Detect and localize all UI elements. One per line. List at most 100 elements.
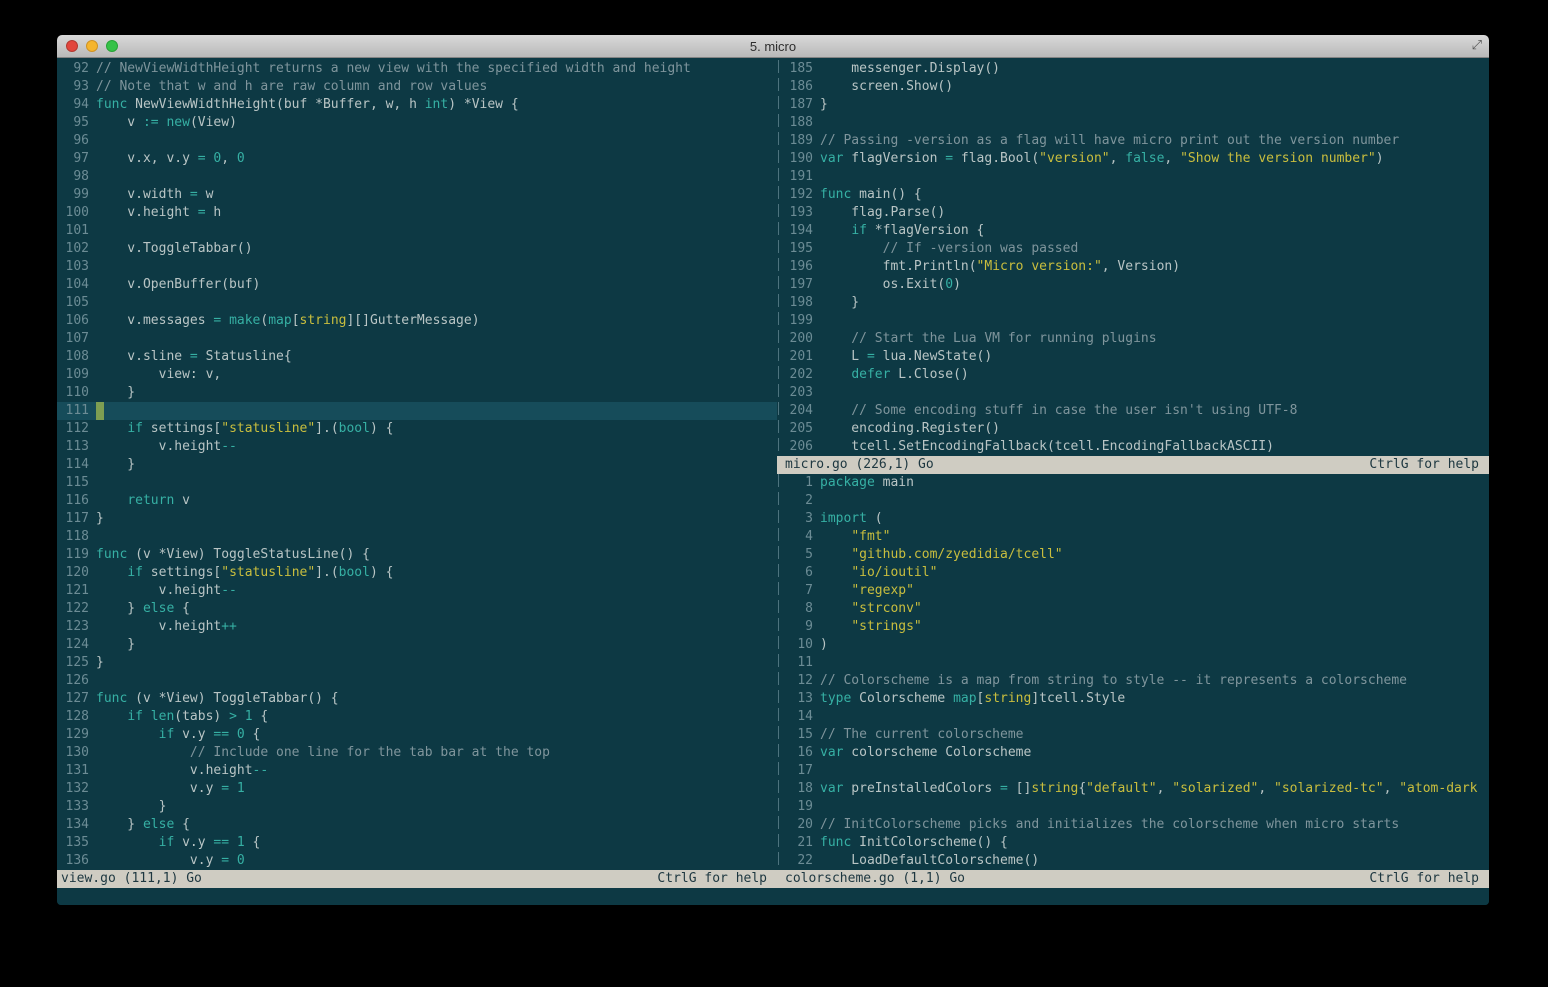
code-line-205[interactable]: 205 encoding.Register() bbox=[785, 420, 1489, 438]
code-line-121[interactable]: 121 v.height-- bbox=[61, 582, 777, 600]
code-line-116[interactable]: 116 return v bbox=[61, 492, 777, 510]
code-line-95[interactable]: 95 v := new(View) bbox=[61, 114, 777, 132]
code-line-188[interactable]: 188 bbox=[785, 114, 1489, 132]
code-token: "atom-dark bbox=[1399, 781, 1477, 796]
code-line-136[interactable]: 136 v.y = 0 bbox=[61, 852, 777, 870]
code-line-132[interactable]: 132 v.y = 1 bbox=[61, 780, 777, 798]
minimize-button[interactable] bbox=[86, 40, 98, 52]
pane-micro-go[interactable]: 185 messenger.Display()186 screen.Show()… bbox=[777, 60, 1489, 456]
code-line-21[interactable]: 21func InitColorscheme() { bbox=[785, 834, 1489, 852]
code-line-105[interactable]: 105 bbox=[61, 294, 777, 312]
code-line-6[interactable]: 6 "io/ioutil" bbox=[785, 564, 1489, 582]
code-line-199[interactable]: 199 bbox=[785, 312, 1489, 330]
code-line-200[interactable]: 200 // Start the Lua VM for running plug… bbox=[785, 330, 1489, 348]
code-line-93[interactable]: 93// Note that w and h are raw column an… bbox=[61, 78, 777, 96]
code-line-115[interactable]: 115 bbox=[61, 474, 777, 492]
zoom-button[interactable] bbox=[106, 40, 118, 52]
code-line-12[interactable]: 12// Colorscheme is a map from string to… bbox=[785, 672, 1489, 690]
code-line-130[interactable]: 130 // Include one line for the tab bar … bbox=[61, 744, 777, 762]
code-line-204[interactable]: 204 // Some encoding stuff in case the u… bbox=[785, 402, 1489, 420]
code-line-110[interactable]: 110 } bbox=[61, 384, 777, 402]
code-line-13[interactable]: 13type Colorscheme map[string]tcell.Styl… bbox=[785, 690, 1489, 708]
code-line-194[interactable]: 194 if *flagVersion { bbox=[785, 222, 1489, 240]
code-line-11[interactable]: 11 bbox=[785, 654, 1489, 672]
code-line-186[interactable]: 186 screen.Show() bbox=[785, 78, 1489, 96]
code-line-108[interactable]: 108 v.sline = Statusline{ bbox=[61, 348, 777, 366]
pane-view-go[interactable]: 92// NewViewWidthHeight returns a new vi… bbox=[57, 60, 777, 870]
code-line-203[interactable]: 203 bbox=[785, 384, 1489, 402]
code-line-96[interactable]: 96 bbox=[61, 132, 777, 150]
code-line-114[interactable]: 114 } bbox=[61, 456, 777, 474]
code-line-195[interactable]: 195 // If -version was passed bbox=[785, 240, 1489, 258]
code-line-111[interactable]: 111 bbox=[57, 402, 777, 420]
code-line-16[interactable]: 16var colorscheme Colorscheme bbox=[785, 744, 1489, 762]
code-line-20[interactable]: 20// InitColorscheme picks and initializ… bbox=[785, 816, 1489, 834]
code-line-197[interactable]: 197 os.Exit(0) bbox=[785, 276, 1489, 294]
code-line-190[interactable]: 190var flagVersion = flag.Bool("version"… bbox=[785, 150, 1489, 168]
code-line-196[interactable]: 196 fmt.Println("Micro version:", Versio… bbox=[785, 258, 1489, 276]
code-line-10[interactable]: 10) bbox=[785, 636, 1489, 654]
code-line-135[interactable]: 135 if v.y == 1 { bbox=[61, 834, 777, 852]
code-line-120[interactable]: 120 if settings["statusline"].(bool) { bbox=[61, 564, 777, 582]
code-line-202[interactable]: 202 defer L.Close() bbox=[785, 366, 1489, 384]
code-line-103[interactable]: 103 bbox=[61, 258, 777, 276]
code-line-206[interactable]: 206 tcell.SetEncodingFallback(tcell.Enco… bbox=[785, 438, 1489, 456]
code-line-22[interactable]: 22 LoadDefaultColorscheme() bbox=[785, 852, 1489, 870]
code-line-4[interactable]: 4 "fmt" bbox=[785, 528, 1489, 546]
code-line-192[interactable]: 192func main() { bbox=[785, 186, 1489, 204]
code-line-133[interactable]: 133 } bbox=[61, 798, 777, 816]
code-line-118[interactable]: 118 bbox=[61, 528, 777, 546]
code-line-18[interactable]: 18var preInstalledColors = []string{"def… bbox=[785, 780, 1489, 798]
code-line-201[interactable]: 201 L = lua.NewState() bbox=[785, 348, 1489, 366]
code-line-185[interactable]: 185 messenger.Display() bbox=[785, 60, 1489, 78]
code-line-123[interactable]: 123 v.height++ bbox=[61, 618, 777, 636]
code-line-127[interactable]: 127func (v *View) ToggleTabbar() { bbox=[61, 690, 777, 708]
code-line-104[interactable]: 104 v.OpenBuffer(buf) bbox=[61, 276, 777, 294]
code-line-189[interactable]: 189// Passing -version as a flag will ha… bbox=[785, 132, 1489, 150]
code-line-5[interactable]: 5 "github.com/zyedidia/tcell" bbox=[785, 546, 1489, 564]
code-line-125[interactable]: 125} bbox=[61, 654, 777, 672]
code-line-119[interactable]: 119func (v *View) ToggleStatusLine() { bbox=[61, 546, 777, 564]
code-line-14[interactable]: 14 bbox=[785, 708, 1489, 726]
code-line-101[interactable]: 101 bbox=[61, 222, 777, 240]
code-line-134[interactable]: 134 } else { bbox=[61, 816, 777, 834]
code-line-124[interactable]: 124 } bbox=[61, 636, 777, 654]
fullscreen-icon[interactable]: ⤢ bbox=[1472, 37, 1482, 53]
code-line-102[interactable]: 102 v.ToggleTabbar() bbox=[61, 240, 777, 258]
code-line-3[interactable]: 3import ( bbox=[785, 510, 1489, 528]
close-button[interactable] bbox=[66, 40, 78, 52]
code-line-191[interactable]: 191 bbox=[785, 168, 1489, 186]
code-line-122[interactable]: 122 } else { bbox=[61, 600, 777, 618]
code-line-129[interactable]: 129 if v.y == 0 { bbox=[61, 726, 777, 744]
code-line-106[interactable]: 106 v.messages = make(map[string][]Gutte… bbox=[61, 312, 777, 330]
code-line-117[interactable]: 117} bbox=[61, 510, 777, 528]
code-line-2[interactable]: 2 bbox=[785, 492, 1489, 510]
code-line-109[interactable]: 109 view: v, bbox=[61, 366, 777, 384]
code-line-131[interactable]: 131 v.height-- bbox=[61, 762, 777, 780]
code-line-1[interactable]: 1package main bbox=[785, 474, 1489, 492]
code-line-8[interactable]: 8 "strconv" bbox=[785, 600, 1489, 618]
code-line-15[interactable]: 15// The current colorscheme bbox=[785, 726, 1489, 744]
window-titlebar[interactable]: 5. micro ⤢ bbox=[57, 35, 1489, 58]
pane-colorscheme-go[interactable]: 1package main23import (4 "fmt"5 "github.… bbox=[777, 474, 1489, 870]
code-line-126[interactable]: 126 bbox=[61, 672, 777, 690]
code-line-198[interactable]: 198 } bbox=[785, 294, 1489, 312]
code-line-113[interactable]: 113 v.height-- bbox=[61, 438, 777, 456]
code-line-9[interactable]: 9 "strings" bbox=[785, 618, 1489, 636]
code-line-128[interactable]: 128 if len(tabs) > 1 { bbox=[61, 708, 777, 726]
code-line-107[interactable]: 107 bbox=[61, 330, 777, 348]
code-line-92[interactable]: 92// NewViewWidthHeight returns a new vi… bbox=[61, 60, 777, 78]
code-line-17[interactable]: 17 bbox=[785, 762, 1489, 780]
code-line-97[interactable]: 97 v.x, v.y = 0, 0 bbox=[61, 150, 777, 168]
code-line-187[interactable]: 187} bbox=[785, 96, 1489, 114]
code-line-99[interactable]: 99 v.width = w bbox=[61, 186, 777, 204]
code-line-98[interactable]: 98 bbox=[61, 168, 777, 186]
code-line-7[interactable]: 7 "regexp" bbox=[785, 582, 1489, 600]
code-line-19[interactable]: 19 bbox=[785, 798, 1489, 816]
code-line-193[interactable]: 193 flag.Parse() bbox=[785, 204, 1489, 222]
code-token: type bbox=[820, 691, 851, 706]
line-number: 17 bbox=[785, 762, 813, 780]
code-line-100[interactable]: 100 v.height = h bbox=[61, 204, 777, 222]
code-line-112[interactable]: 112 if settings["statusline"].(bool) { bbox=[61, 420, 777, 438]
code-line-94[interactable]: 94func NewViewWidthHeight(buf *Buffer, w… bbox=[61, 96, 777, 114]
